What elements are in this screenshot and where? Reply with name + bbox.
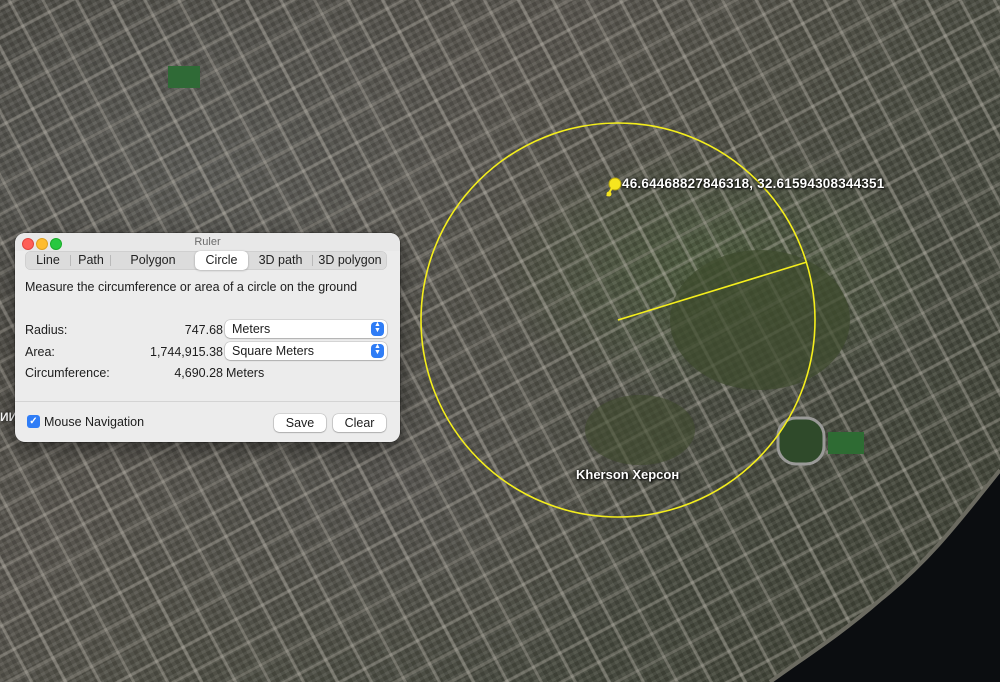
tab-circle[interactable]: Circle bbox=[195, 251, 248, 270]
chevron-updown-icon: ▲ ▼ bbox=[371, 321, 384, 336]
title-bar[interactable]: Ruler bbox=[15, 233, 400, 251]
save-button[interactable]: Save bbox=[274, 414, 326, 432]
city-label: Kherson Херсон bbox=[576, 467, 680, 482]
radius-value: 747.68 bbox=[184, 323, 223, 337]
pin-coordinates-label: 46.64468827846318, 32.61594308344351 bbox=[622, 176, 885, 191]
area-value: 1,744,915.38 bbox=[150, 345, 223, 359]
area-label: Area: bbox=[25, 345, 55, 359]
park-area bbox=[670, 250, 850, 390]
area-unit-select[interactable]: Square Meters ▲ ▼ bbox=[225, 342, 387, 360]
circumference-value: 4,690.28 bbox=[174, 366, 223, 380]
tab-3d-path[interactable]: 3D path bbox=[248, 251, 313, 270]
mouse-navigation-label[interactable]: Mouse Navigation bbox=[44, 415, 144, 429]
area-row: Area: 1,744,915.38 Square Meters ▲ ▼ bbox=[25, 342, 387, 362]
football-field bbox=[828, 432, 864, 454]
radius-unit-select[interactable]: Meters ▲ ▼ bbox=[225, 320, 387, 338]
area-unit: Square Meters bbox=[232, 344, 314, 358]
radius-label: Radius: bbox=[25, 323, 68, 337]
river bbox=[770, 470, 1000, 682]
tab-polygon[interactable]: Polygon bbox=[111, 251, 195, 270]
measure-mode-tabs: Line Path Polygon Circle 3D path 3D poly… bbox=[25, 251, 387, 270]
football-field bbox=[168, 66, 200, 88]
circumference-label: Circumference: bbox=[25, 366, 110, 380]
ruler-window: Ruler Line Path Polygon Circle 3D path 3… bbox=[15, 233, 400, 442]
chevron-updown-icon: ▲ ▼ bbox=[371, 343, 384, 358]
circumference-unit: Meters bbox=[226, 366, 265, 380]
mode-description: Measure the circumference or area of a c… bbox=[25, 280, 358, 294]
tab-path[interactable]: Path bbox=[71, 251, 111, 270]
tab-line[interactable]: Line bbox=[25, 251, 71, 270]
pushpin-icon[interactable] bbox=[604, 176, 624, 200]
clear-button[interactable]: Clear bbox=[333, 414, 386, 432]
tab-3d-polygon[interactable]: 3D polygon bbox=[313, 251, 387, 270]
radius-row: Radius: 747.68 Meters ▲ ▼ bbox=[25, 320, 387, 340]
radius-unit: Meters bbox=[232, 322, 271, 336]
park-area bbox=[585, 395, 695, 465]
ruler-footer: ✓ Mouse Navigation Save Clear bbox=[15, 402, 400, 442]
window-title: Ruler bbox=[194, 236, 221, 248]
mouse-navigation-checkbox[interactable]: ✓ bbox=[27, 415, 40, 428]
circumference-row: Circumference: 4,690.28 Meters bbox=[25, 363, 387, 383]
